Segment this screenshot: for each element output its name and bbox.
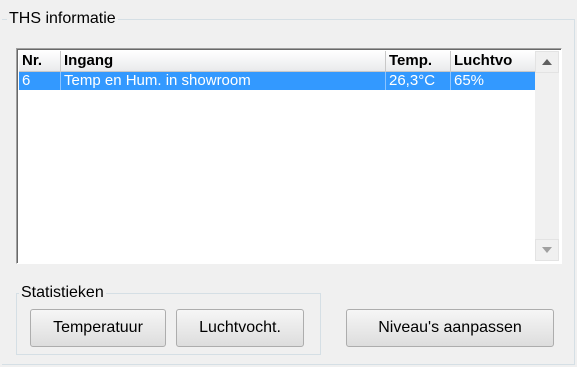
humidity-button[interactable]: Luchtvocht. [176, 309, 304, 347]
column-header-nr[interactable]: Nr. [19, 51, 61, 71]
down-arrow-icon [542, 247, 552, 253]
vertical-scrollbar[interactable] [535, 51, 559, 261]
groupbox-title: THS informatie [7, 9, 118, 29]
scroll-down-button[interactable] [535, 239, 559, 261]
cell-temp: 26,3°C [386, 72, 451, 90]
column-header-ingang[interactable]: Ingang [61, 51, 386, 71]
cell-luchtvocht: 65% [454, 72, 485, 89]
ths-listview[interactable]: Nr. Ingang Temp. Luchtvo 6 Temp en Hum. … [16, 48, 562, 264]
statistics-title: Statistieken [19, 283, 106, 303]
temperature-button[interactable]: Temperatuur [30, 309, 166, 347]
up-arrow-icon [542, 59, 552, 65]
table-row[interactable]: 6 Temp en Hum. in showroom 26,3°C 65% [19, 72, 535, 90]
column-header-luchtvocht[interactable]: Luchtvo [451, 51, 535, 71]
listview-header: Nr. Ingang Temp. Luchtvo [19, 51, 535, 72]
scroll-up-button[interactable] [535, 51, 559, 73]
cell-ingang: Temp en Hum. in showroom [61, 72, 386, 90]
statistics-edge [16, 293, 17, 355]
groupbox-edge [2, 19, 6, 20]
adjust-levels-button[interactable]: Niveau's aanpassen [346, 309, 554, 347]
cell-nr: 6 [19, 72, 61, 90]
column-header-temp[interactable]: Temp. [386, 51, 451, 71]
